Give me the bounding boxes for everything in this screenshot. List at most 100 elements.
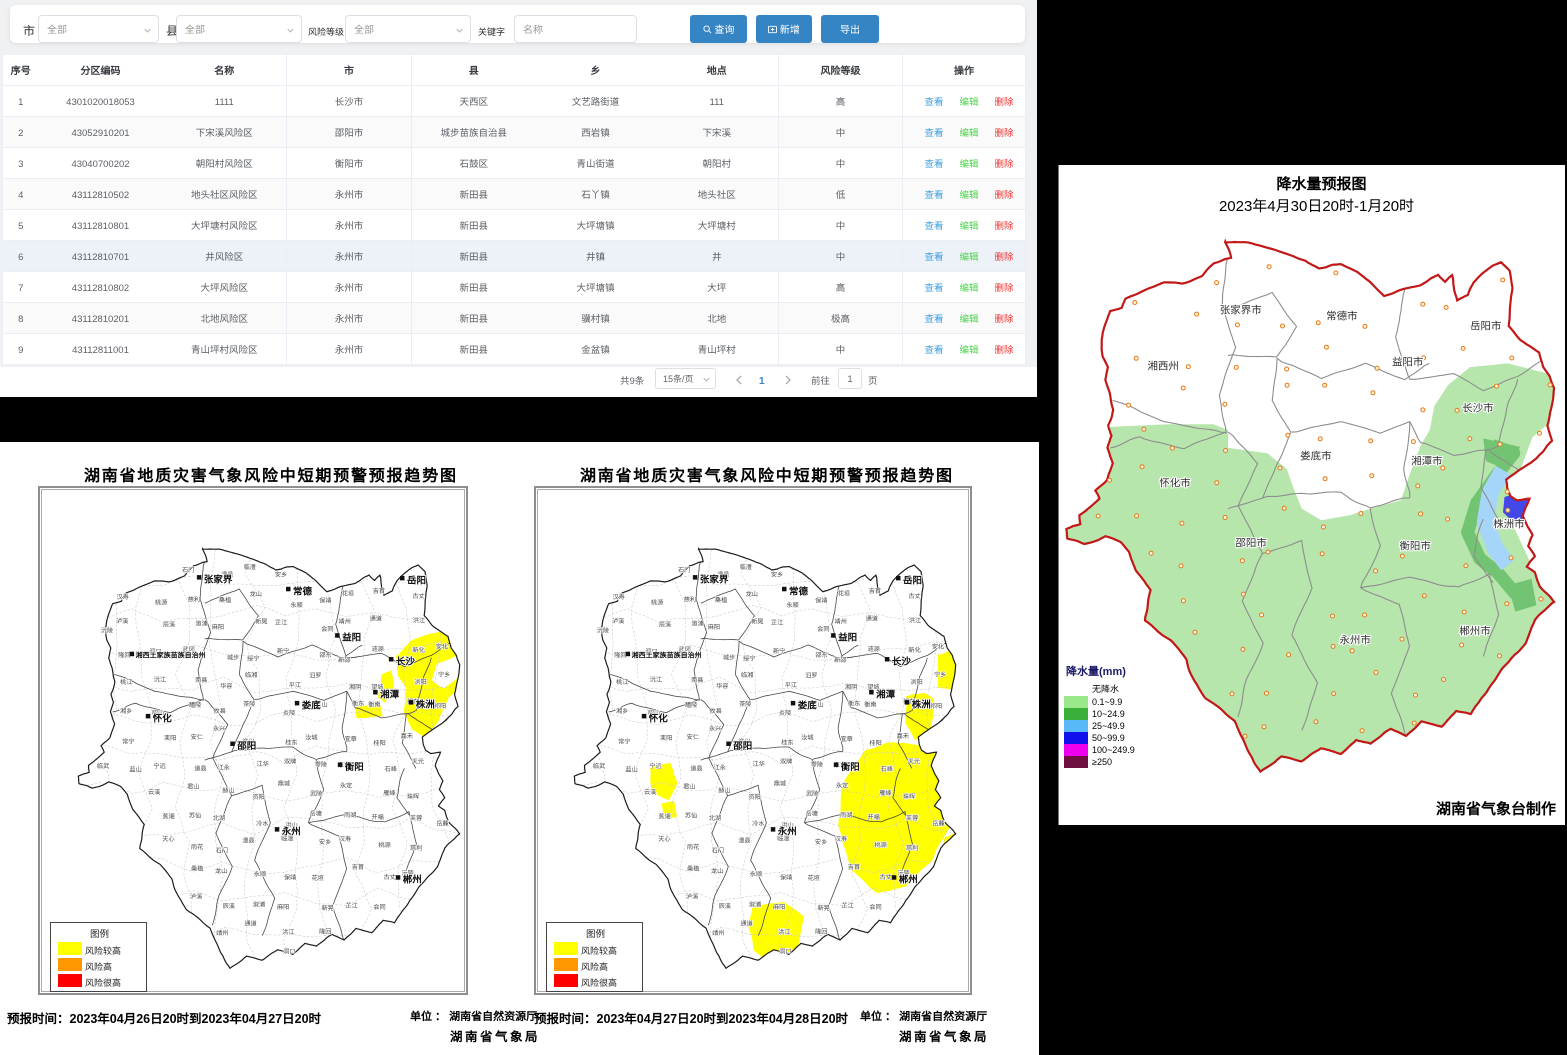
svg-text:花垣: 花垣 [808,873,820,882]
svg-text:永州: 永州 [777,824,797,838]
svg-text:张家界: 张家界 [700,572,729,586]
svg-text:溆浦: 溆浦 [749,899,761,908]
svg-text:桑植: 桑植 [715,595,727,604]
svg-text:岳麓: 岳麓 [436,818,448,827]
svg-text:常宁: 常宁 [122,736,134,745]
svg-text:汨罗: 汨罗 [805,671,817,680]
svg-text:辰溪: 辰溪 [659,620,671,629]
svg-text:吉首: 吉首 [869,586,881,595]
svg-text:沅江: 沅江 [154,675,166,684]
svg-text:双牌: 双牌 [284,756,296,765]
svg-text:益阳市: 益阳市 [1392,354,1424,369]
svg-text:娄底: 娄底 [302,697,322,711]
svg-text:衡阳: 衡阳 [345,759,364,773]
svg-text:涟源: 涟源 [868,644,880,653]
svg-text:新晃: 新晃 [255,617,267,626]
svg-text:靖州: 靖州 [834,616,846,625]
svg-text:通道: 通道 [740,918,752,927]
svg-text:雨花: 雨花 [687,842,699,851]
svg-text:保靖: 保靖 [815,596,827,605]
svg-text:古丈: 古丈 [384,872,396,881]
svg-text:开福: 开福 [372,812,384,821]
svg-text:南县: 南县 [691,675,703,684]
svg-text:石峰: 石峰 [881,764,893,773]
svg-text:桑植: 桑植 [219,595,231,604]
svg-text:张家界: 张家界 [204,572,233,586]
svg-text:邵阳市: 邵阳市 [1235,536,1267,551]
svg-text:隆回: 隆回 [815,927,827,936]
svg-text:湘阴: 湘阴 [349,682,361,691]
svg-text:龙山: 龙山 [746,589,758,598]
svg-text:武陵: 武陵 [310,788,322,797]
svg-text:益阳: 益阳 [838,630,857,644]
svg-text:龙山: 龙山 [215,866,227,875]
svg-text:衡阳: 衡阳 [841,759,860,773]
svg-text:宁远: 宁远 [153,761,165,770]
svg-text:株洲市: 株洲市 [1493,517,1525,532]
svg-text:麻阳: 麻阳 [773,902,785,911]
svg-text:安乡: 安乡 [319,837,331,846]
svg-text:辰溪: 辰溪 [163,620,175,629]
svg-text:绥宁: 绥宁 [247,654,259,663]
svg-text:临武: 临武 [593,761,605,770]
svg-text:华容: 华容 [716,681,728,690]
svg-text:雨花: 雨花 [191,842,203,851]
svg-text:芷江: 芷江 [771,618,783,627]
svg-text:永顺: 永顺 [290,600,302,609]
svg-text:芙蓉: 芙蓉 [410,813,422,822]
svg-text:攸县: 攸县 [709,706,721,715]
svg-text:会同: 会同 [321,624,333,633]
svg-text:临澧: 临澧 [244,562,256,571]
svg-text:通道: 通道 [244,918,256,927]
svg-text:资阳: 资阳 [748,792,760,801]
svg-text:怀化: 怀化 [153,710,173,724]
svg-text:娄底市: 娄底市 [1300,448,1332,463]
svg-text:安乡: 安乡 [275,570,287,579]
svg-text:洞口: 洞口 [283,947,295,956]
svg-text:汉寿: 汉寿 [835,834,847,843]
svg-text:湘潭: 湘潭 [876,687,896,701]
svg-text:茶陵: 茶陵 [243,699,255,708]
svg-text:零陵: 零陵 [315,760,327,769]
svg-text:石门: 石门 [216,845,228,854]
svg-text:石门: 石门 [182,565,194,574]
svg-text:隆回: 隆回 [614,650,626,659]
svg-text:龙山: 龙山 [711,866,723,875]
svg-text:北湖: 北湖 [709,813,721,822]
svg-text:张家界市: 张家界市 [1220,303,1262,318]
svg-text:炎陵: 炎陵 [779,708,791,717]
svg-text:新晃: 新晃 [818,903,830,912]
svg-text:鼎城: 鼎城 [278,778,290,787]
svg-text:汨罗: 汨罗 [309,671,321,680]
svg-text:永顺: 永顺 [786,600,798,609]
svg-text:郴州: 郴州 [403,872,422,886]
svg-text:蓝山: 蓝山 [129,764,141,773]
svg-text:耒阳: 耒阳 [660,733,672,742]
svg-text:天心: 天心 [658,834,670,843]
svg-text:麻阳: 麻阳 [212,622,224,631]
svg-text:通道: 通道 [866,614,878,623]
svg-text:南县: 南县 [195,675,207,684]
svg-text:安化: 安化 [932,641,944,650]
svg-text:湘潭市: 湘潭市 [1411,454,1443,469]
svg-text:桂阳: 桂阳 [869,738,881,747]
svg-text:慈利: 慈利 [188,595,200,604]
svg-text:溆浦: 溆浦 [692,619,704,628]
svg-text:江永: 江永 [714,763,726,772]
svg-text:茶陵: 茶陵 [739,699,751,708]
svg-text:洪江: 洪江 [909,615,921,624]
svg-text:桑植: 桑植 [191,864,203,873]
svg-text:珠晖: 珠晖 [407,792,419,801]
svg-text:新宁: 新宁 [277,646,289,655]
svg-text:花垣: 花垣 [342,589,354,598]
svg-text:龙山: 龙山 [250,589,262,598]
svg-text:湘西州: 湘西州 [1147,359,1179,374]
svg-text:永定: 永定 [340,781,352,790]
svg-text:新邵: 新邵 [338,655,350,664]
svg-text:靖州: 靖州 [712,928,724,937]
svg-text:临澧: 临澧 [740,562,752,571]
svg-text:吉首: 吉首 [848,862,860,871]
svg-text:君山: 君山 [683,782,695,791]
svg-text:桃源: 桃源 [875,840,887,849]
svg-text:衡南: 衡南 [864,700,876,709]
